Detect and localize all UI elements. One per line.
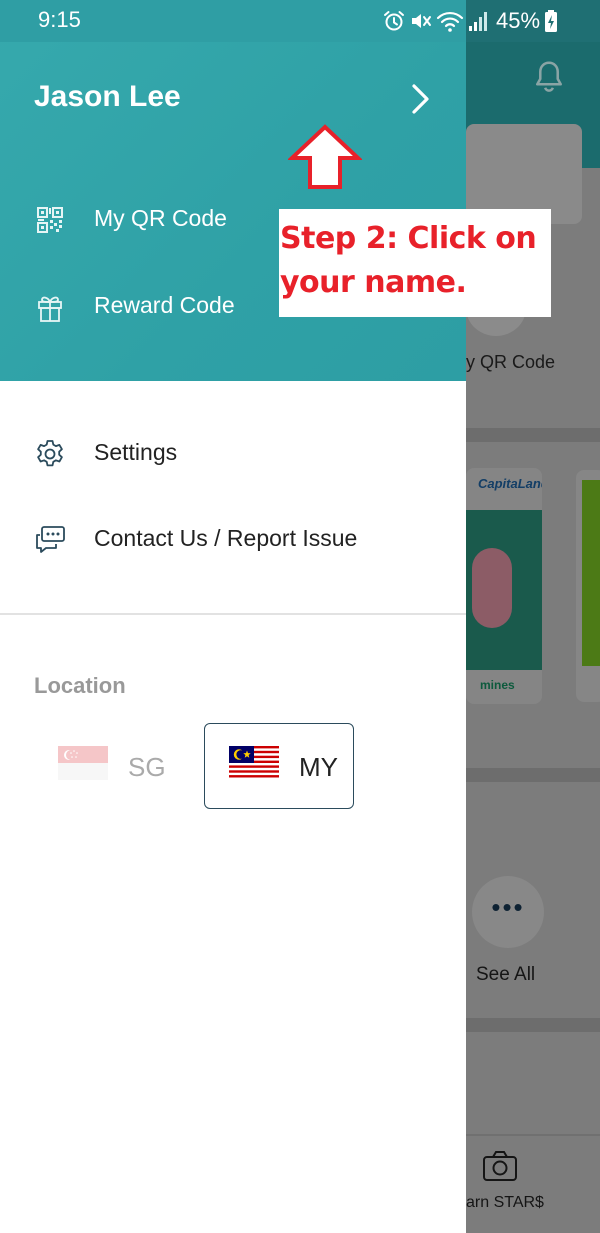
mute-icon (412, 14, 431, 28)
bottom-nav-separator (466, 1134, 600, 1136)
promo-image-2 (582, 480, 600, 666)
profile-row[interactable]: Jason Lee (0, 72, 466, 128)
annotation-text: Step 2: Click on your name. (280, 217, 551, 305)
menu-item-label: Reward Code (94, 292, 235, 318)
promo-footer-text: mines (480, 678, 515, 692)
menu-item-settings[interactable]: Settings (0, 426, 466, 482)
annotation-callout: Step 2: Click on your name. (279, 209, 551, 317)
annotation-line-1: Step 2: Click on (280, 221, 537, 256)
drawer-divider (0, 613, 466, 615)
earn-stars-tab-label[interactable]: arn STAR$ (466, 1194, 544, 1212)
menu-item-contact-us[interactable]: Contact Us / Report Issue (0, 512, 466, 568)
background-promo-card-2[interactable] (576, 470, 600, 702)
malaysia-flag-icon (229, 746, 279, 780)
battery-charging-icon (545, 10, 558, 32)
navigation-drawer: Jason Lee My QR Code Reward Code Setting… (0, 0, 466, 1233)
qr-code-icon (37, 207, 63, 233)
user-name[interactable]: Jason Lee (34, 80, 181, 114)
annotation-line-2: your name. (280, 265, 467, 300)
background-section-divider (466, 1018, 600, 1032)
alarm-icon (384, 11, 404, 31)
location-heading: Location (34, 673, 126, 698)
background-section-divider (466, 428, 600, 442)
see-all-label[interactable]: See All (476, 964, 535, 986)
promo-graphic (472, 548, 512, 628)
status-time: 9:15 (38, 7, 81, 32)
location-option-my-selected[interactable]: MY (204, 723, 354, 809)
wifi-icon (436, 11, 464, 32)
background-qr-label: y QR Code (466, 352, 556, 372)
menu-item-label: Contact Us / Report Issue (94, 525, 358, 551)
location-option-sg[interactable]: SG (34, 724, 194, 808)
menu-item-label: My QR Code (94, 205, 227, 231)
more-dots-icon: ••• (491, 892, 525, 922)
status-icons: 45% (382, 6, 558, 36)
menu-item-label: Settings (94, 439, 178, 465)
location-code: SG (128, 752, 166, 782)
signal-icon (469, 12, 487, 31)
location-code: MY (299, 752, 338, 782)
status-bar: 9:15 45% (0, 0, 600, 42)
gift-icon (38, 296, 62, 322)
background-promo-card[interactable]: CapitaLand mines (466, 468, 542, 704)
drawer-header: Jason Lee My QR Code Reward Code (0, 0, 466, 381)
battery-percentage: 45% (496, 8, 541, 33)
camera-icon[interactable] (482, 1150, 518, 1182)
chat-bubbles-icon (36, 526, 65, 553)
gear-icon (37, 440, 63, 467)
chevron-right-icon[interactable] (406, 82, 434, 116)
promo-logo: CapitaLand (478, 476, 542, 491)
annotation-up-arrow-icon (288, 124, 362, 189)
singapore-flag-icon (58, 746, 108, 780)
notification-bell-icon[interactable] (530, 58, 568, 96)
background-section-divider (466, 768, 600, 782)
